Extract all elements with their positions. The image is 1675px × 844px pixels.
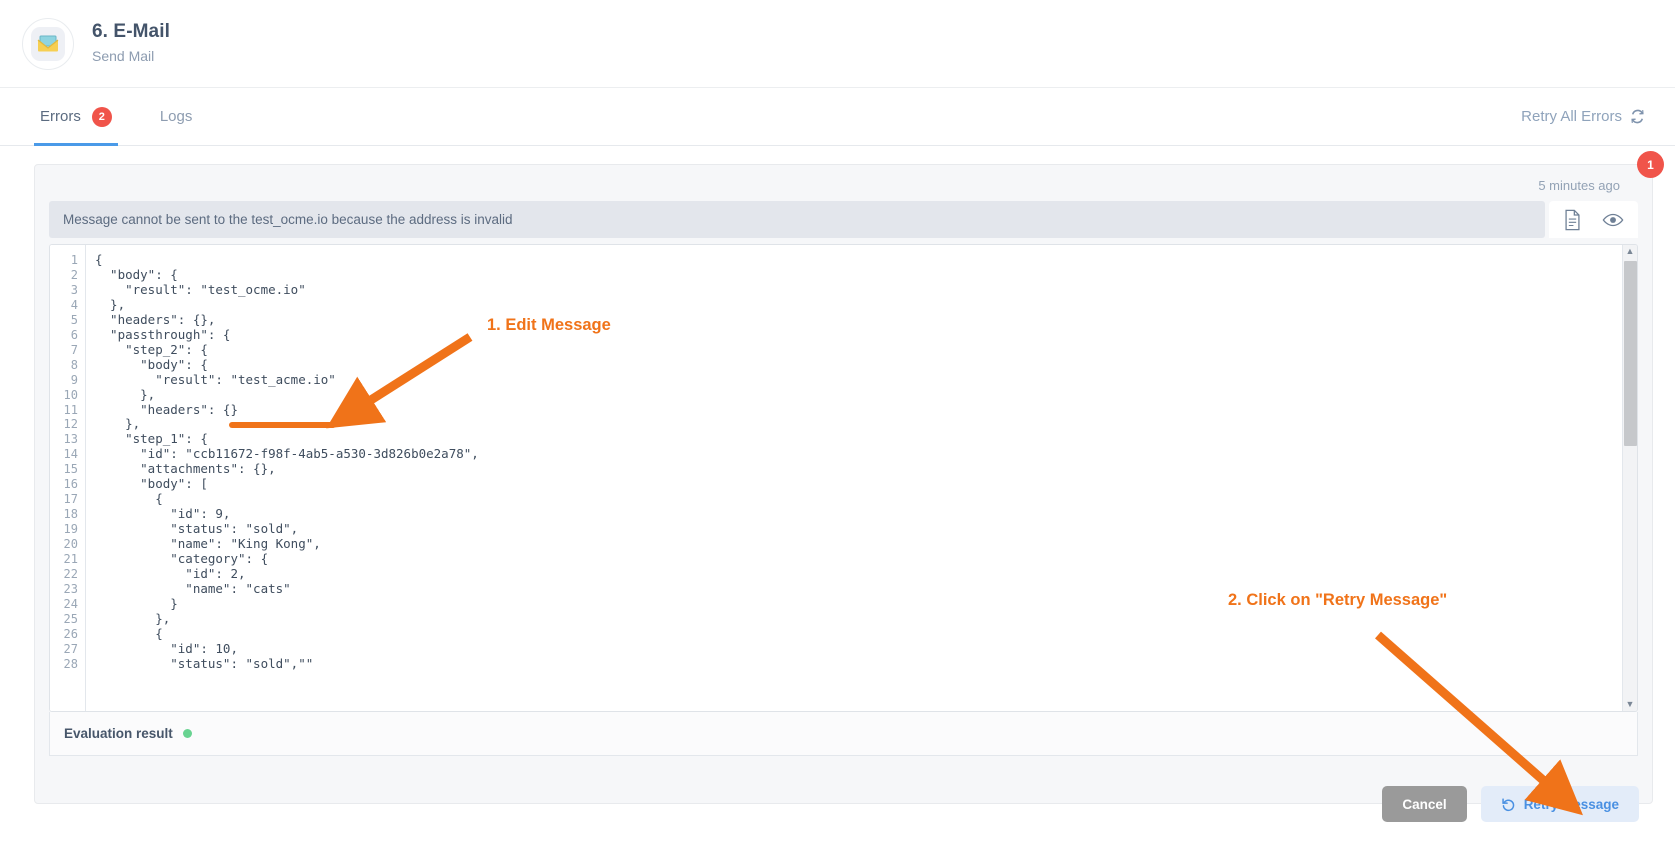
line-number: 6 xyxy=(70,327,78,342)
line-number: 27 xyxy=(63,641,78,656)
cancel-button[interactable]: Cancel xyxy=(1382,786,1467,822)
error-message: Message cannot be sent to the test_ocme.… xyxy=(49,201,1545,238)
line-number: 23 xyxy=(63,581,78,596)
line-number: 28 xyxy=(63,656,78,671)
line-number: 13 xyxy=(63,432,78,447)
error-panel: 1 5 minutes ago Message cannot be sent t… xyxy=(34,151,1664,804)
retry-all-errors-label: Retry All Errors xyxy=(1521,108,1622,125)
line-number: 9 xyxy=(70,372,78,387)
line-number: 1 xyxy=(70,253,78,267)
tab-logs-label: Logs xyxy=(159,108,193,125)
error-count-badge: 1 xyxy=(1637,151,1664,178)
eye-icon[interactable] xyxy=(1602,212,1624,228)
json-code-content[interactable]: { "body": { "result": "test_ocme.io" }, … xyxy=(86,245,1637,711)
envelope-icon xyxy=(37,35,59,52)
tab-errors-badge: 2 xyxy=(91,106,112,127)
scroll-down-arrow[interactable]: ▼ xyxy=(1626,700,1635,709)
header-text: 6. E-Mail Send Mail xyxy=(92,21,170,65)
line-number: 25 xyxy=(63,611,78,626)
retry-message-button[interactable]: Retry Message xyxy=(1480,786,1639,822)
line-number: 18 xyxy=(63,507,78,522)
json-editor[interactable]: 1 2 3 4 5 6 7 8 9 10 11 12 13 14 15 16 17 18 19 20 21 22 23 24 2… xyxy=(49,244,1638,712)
line-number: 14 xyxy=(63,447,78,462)
avatar xyxy=(22,17,74,70)
line-number: 2 xyxy=(70,267,78,282)
line-number: 19 xyxy=(63,522,78,537)
line-number: 12 xyxy=(63,417,78,432)
tab-errors-label: Errors xyxy=(40,108,81,125)
retry-all-errors-button[interactable]: Retry All Errors xyxy=(1521,108,1653,125)
line-number: 5 xyxy=(70,312,78,327)
evaluation-result-bar: Evaluation result xyxy=(49,712,1638,756)
line-number: 11 xyxy=(63,402,78,417)
line-number: 17 xyxy=(63,492,78,507)
line-number: 20 xyxy=(63,537,78,552)
line-number: 7 xyxy=(70,342,78,357)
retry-message-label: Retry Message xyxy=(1523,796,1619,812)
line-number: 24 xyxy=(63,596,78,611)
editor-scrollbar[interactable]: ▲ ▼ xyxy=(1622,245,1637,711)
app-header: 6. E-Mail Send Mail xyxy=(0,0,1675,88)
page-subtitle: Send Mail xyxy=(92,48,155,65)
line-number-gutter: 1 2 3 4 5 6 7 8 9 10 11 12 13 14 15 16 17 18 19 20 21 22 23 24 2… xyxy=(50,245,86,711)
error-row: Message cannot be sent to the test_ocme.… xyxy=(49,201,1638,238)
rotate-left-icon xyxy=(1502,797,1514,811)
line-number: 4 xyxy=(70,297,78,312)
tab-logs[interactable]: Logs xyxy=(154,88,199,145)
line-number: 16 xyxy=(63,477,78,492)
line-number: 8 xyxy=(70,357,78,372)
scrollbar-thumb[interactable] xyxy=(1624,261,1637,446)
avatar-inner xyxy=(31,26,65,61)
scroll-up-arrow[interactable]: ▲ xyxy=(1626,247,1635,256)
document-icon[interactable] xyxy=(1563,209,1582,231)
error-timestamp: 5 minutes ago xyxy=(1538,178,1620,193)
line-number: 10 xyxy=(63,387,78,402)
error-tools xyxy=(1549,201,1638,238)
line-number: 22 xyxy=(63,567,78,582)
tab-errors[interactable]: Errors 2 xyxy=(34,88,118,146)
refresh-icon xyxy=(1631,109,1644,124)
line-number: 3 xyxy=(70,282,78,297)
panel-wrap: 1 5 minutes ago Message cannot be sent t… xyxy=(0,146,1675,844)
line-number: 15 xyxy=(63,462,78,477)
footer-actions: Cancel Retry Message xyxy=(1382,786,1639,822)
evaluation-result-label: Evaluation result xyxy=(64,726,173,741)
line-number: 26 xyxy=(63,626,78,641)
page-title: 6. E-Mail xyxy=(92,21,170,43)
tabbar: Errors 2 Logs Retry All Errors xyxy=(0,88,1675,146)
line-number: 21 xyxy=(63,552,78,567)
status-badge xyxy=(182,729,192,738)
